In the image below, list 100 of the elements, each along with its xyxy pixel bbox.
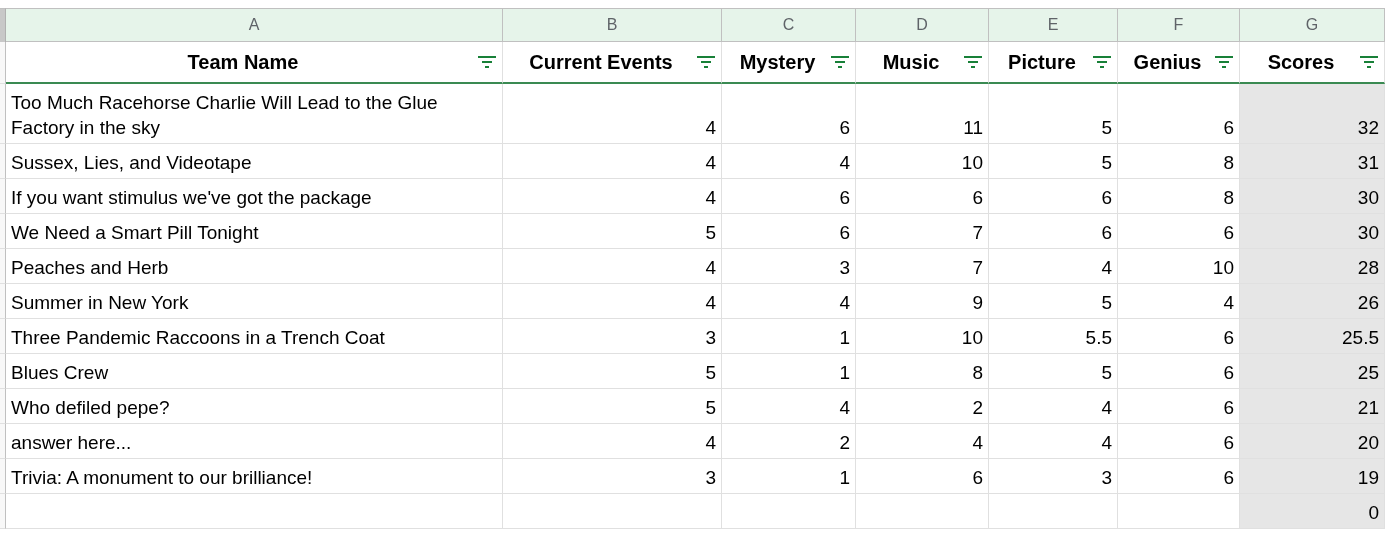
score-cell: 30 xyxy=(1240,214,1385,249)
row-header[interactable] xyxy=(0,459,6,494)
table-cell: 4 xyxy=(503,249,722,284)
table-cell: 3 xyxy=(503,459,722,494)
table-cell: 7 xyxy=(856,249,989,284)
table-cell: 6 xyxy=(1118,424,1240,459)
row-header[interactable] xyxy=(0,84,6,144)
column-header[interactable]: B xyxy=(503,8,722,42)
table-cell: 6 xyxy=(989,214,1118,249)
score-cell: 30 xyxy=(1240,179,1385,214)
table-cell: 10 xyxy=(856,144,989,179)
table-cell: answer here... xyxy=(6,424,503,459)
table-cell: 5.5 xyxy=(989,319,1118,354)
filter-icon[interactable] xyxy=(1093,56,1111,68)
table-cell: 5 xyxy=(989,354,1118,389)
table-cell: 1 xyxy=(722,354,856,389)
column-header[interactable]: C xyxy=(722,8,856,42)
table-cell: 4 xyxy=(503,424,722,459)
table-cell: Trivia: A monument to our brilliance! xyxy=(6,459,503,494)
table-cell: Sussex, Lies, and Videotape xyxy=(6,144,503,179)
table-cell: 8 xyxy=(1118,144,1240,179)
column-title: Mystery xyxy=(739,50,816,74)
table-cell: 4 xyxy=(989,424,1118,459)
table-cell: 9 xyxy=(856,284,989,319)
score-cell: 25 xyxy=(1240,354,1385,389)
table-cell: 4 xyxy=(503,84,722,144)
score-cell: 31 xyxy=(1240,144,1385,179)
table-cell: 4 xyxy=(722,284,856,319)
row-header[interactable] xyxy=(0,214,6,249)
table-cell: 8 xyxy=(856,354,989,389)
row-header[interactable] xyxy=(0,389,6,424)
score-cell: 20 xyxy=(1240,424,1385,459)
table-cell: 5 xyxy=(989,284,1118,319)
table-cell: 4 xyxy=(1118,284,1240,319)
table-cell: 2 xyxy=(856,389,989,424)
score-cell: 19 xyxy=(1240,459,1385,494)
row-header[interactable] xyxy=(0,424,6,459)
table-cell: 4 xyxy=(989,389,1118,424)
table-cell: 5 xyxy=(503,214,722,249)
table-cell: 4 xyxy=(503,284,722,319)
filter-icon[interactable] xyxy=(478,56,496,68)
column-title: Team Name xyxy=(187,50,299,74)
row-header[interactable] xyxy=(0,494,6,529)
filter-icon[interactable] xyxy=(1360,56,1378,68)
table-cell: 6 xyxy=(1118,459,1240,494)
table-cell: 6 xyxy=(856,179,989,214)
table-cell: 4 xyxy=(722,144,856,179)
table-cell: 6 xyxy=(1118,214,1240,249)
row-header[interactable] xyxy=(0,354,6,389)
table-cell: Three Pandemic Raccoons in a Trench Coat xyxy=(6,319,503,354)
table-cell: We Need a Smart Pill Tonight xyxy=(6,214,503,249)
table-cell: 6 xyxy=(1118,319,1240,354)
table-cell: 5 xyxy=(503,354,722,389)
table-cell: 6 xyxy=(989,179,1118,214)
row-header[interactable] xyxy=(0,249,6,284)
table-cell: 6 xyxy=(1118,389,1240,424)
table-cell: 5 xyxy=(503,389,722,424)
table-cell: 1 xyxy=(722,459,856,494)
row-header[interactable] xyxy=(0,42,6,84)
table-cell: 6 xyxy=(856,459,989,494)
row-header[interactable] xyxy=(0,179,6,214)
table-cell: 6 xyxy=(1118,354,1240,389)
filter-icon[interactable] xyxy=(964,56,982,68)
filter-icon[interactable] xyxy=(1215,56,1233,68)
score-cell: 25.5 xyxy=(1240,319,1385,354)
table-cell: 4 xyxy=(503,144,722,179)
column-header[interactable]: D xyxy=(856,8,989,42)
table-cell: 4 xyxy=(722,389,856,424)
column-header[interactable]: G xyxy=(1240,8,1385,42)
table-cell: 5 xyxy=(989,144,1118,179)
table-cell: 6 xyxy=(1118,84,1240,144)
table-cell: 11 xyxy=(856,84,989,144)
column-title: Current Events xyxy=(529,50,673,74)
table-cell: 10 xyxy=(1118,249,1240,284)
score-cell: 26 xyxy=(1240,284,1385,319)
column-header[interactable]: F xyxy=(1118,8,1240,42)
table-cell: 3 xyxy=(503,319,722,354)
table-cell: 4 xyxy=(503,179,722,214)
table-cell: 3 xyxy=(722,249,856,284)
table-cell: Too Much Racehorse Charlie Will Lead to the Glue Factory in the sky xyxy=(6,84,503,144)
row-header[interactable] xyxy=(0,319,6,354)
table-cell: 6 xyxy=(722,179,856,214)
column-title: Scores xyxy=(1267,50,1335,74)
table-cell: If you want stimulus we've got the package xyxy=(6,179,503,214)
select-all-corner[interactable] xyxy=(0,8,6,42)
table-cell: 7 xyxy=(856,214,989,249)
table-cell: 8 xyxy=(1118,179,1240,214)
table-cell: 1 xyxy=(722,319,856,354)
filter-icon[interactable] xyxy=(697,56,715,68)
row-header[interactable] xyxy=(0,144,6,179)
column-header[interactable]: A xyxy=(6,8,503,42)
score-cell: 28 xyxy=(1240,249,1385,284)
table-cell: 5 xyxy=(989,84,1118,144)
row-header[interactable] xyxy=(0,284,6,319)
table-cell: Summer in New York xyxy=(6,284,503,319)
table-cell: Blues Crew xyxy=(6,354,503,389)
filter-icon[interactable] xyxy=(831,56,849,68)
column-title: Picture xyxy=(1008,50,1076,74)
table-cell: 4 xyxy=(989,249,1118,284)
column-header[interactable]: E xyxy=(989,8,1118,42)
